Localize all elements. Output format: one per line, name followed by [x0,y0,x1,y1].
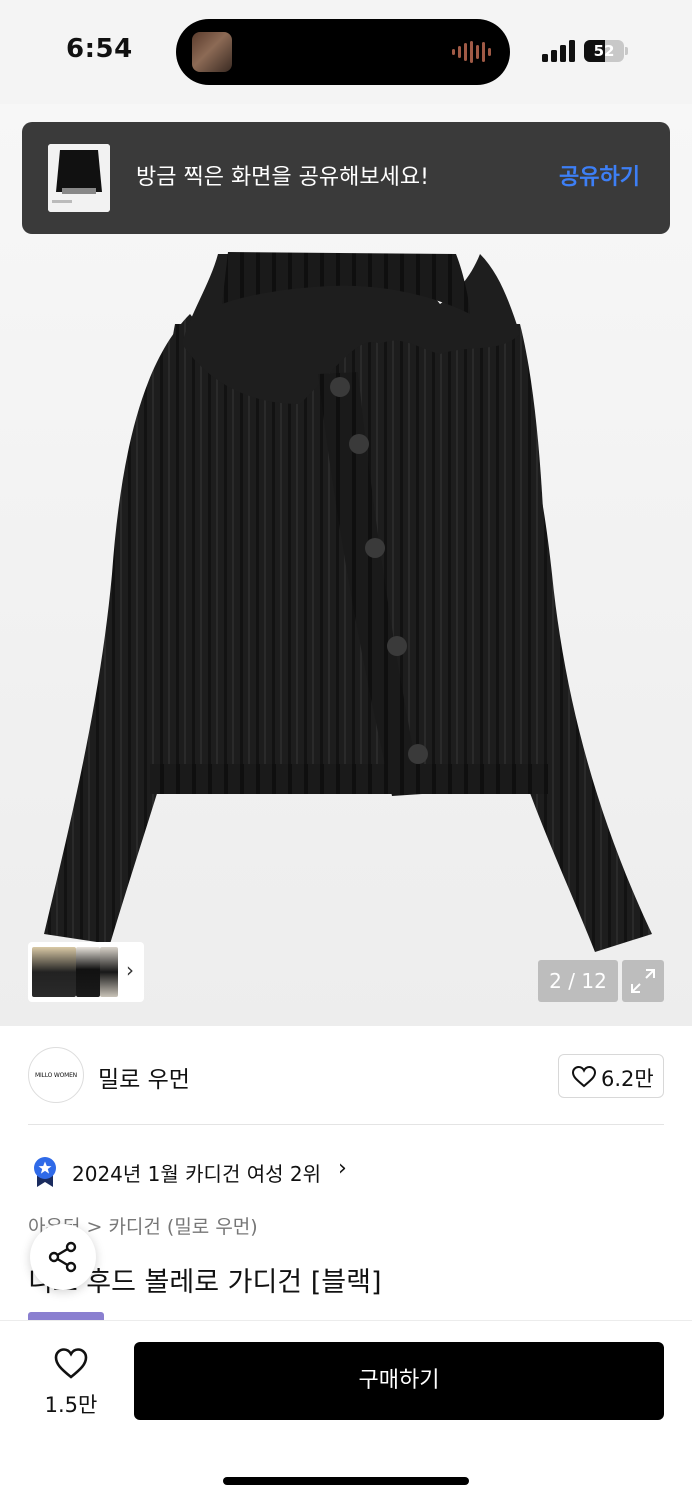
model-thumb [100,947,118,997]
screenshot-share-banner[interactable]: 방금 찍은 화면을 공유해보세요! 공유하기 [22,122,670,234]
home-indicator[interactable] [223,1477,469,1485]
buy-button[interactable]: 구매하기 [134,1342,664,1420]
battery-icon: 52 [584,40,628,62]
status-time: 6:54 [66,34,133,64]
banner-message: 방금 찍은 화면을 공유해보세요! [136,165,429,190]
product-gallery[interactable]: 방금 찍은 화면을 공유해보세요! 공유하기 › 2 / 12 [0,104,692,1026]
signal-icon [542,40,576,62]
model-thumb [76,947,100,997]
dynamic-island[interactable] [176,19,510,85]
ranking-text: 2024년 1월 카디건 여성 2위 [72,1162,321,1186]
chevron-right-icon: › [126,958,134,982]
bottom-action-bar: 1.5만 구매하기 [0,1320,692,1500]
expand-icon[interactable] [622,960,664,1002]
image-counter: 2 / 12 [538,960,618,1002]
share-button[interactable] [30,1224,96,1290]
share-now-button[interactable]: 공유하기 [559,122,640,234]
audio-wave-icon [452,41,492,63]
screenshot-thumbnail [48,144,110,212]
product-like-button[interactable]: 1.5만 [36,1345,106,1425]
product-image [44,252,652,952]
model-thumbnail-strip[interactable]: › [28,942,144,1002]
chevron-right-icon: › [338,1156,347,1181]
brand-row[interactable]: MILLO WOMEN 밀로 우먼 6.2만 [0,1026,692,1126]
brand-like-button[interactable]: 6.2만 [558,1054,664,1098]
brand-logo[interactable]: MILLO WOMEN [28,1047,84,1103]
product-like-count: 1.5만 [44,1393,98,1417]
island-thumb-icon [192,32,232,72]
status-bar: 6:54 52 [0,0,692,104]
battery-level: 52 [593,42,615,60]
divider [28,1124,664,1125]
rank-badge-icon [34,1157,56,1187]
heart-icon [54,1348,88,1379]
model-thumb [32,947,76,997]
heart-icon [571,1065,597,1088]
share-icon [48,1241,77,1273]
brand-like-count: 6.2만 [601,1067,654,1091]
brand-name[interactable]: 밀로 우먼 [98,1060,190,1094]
